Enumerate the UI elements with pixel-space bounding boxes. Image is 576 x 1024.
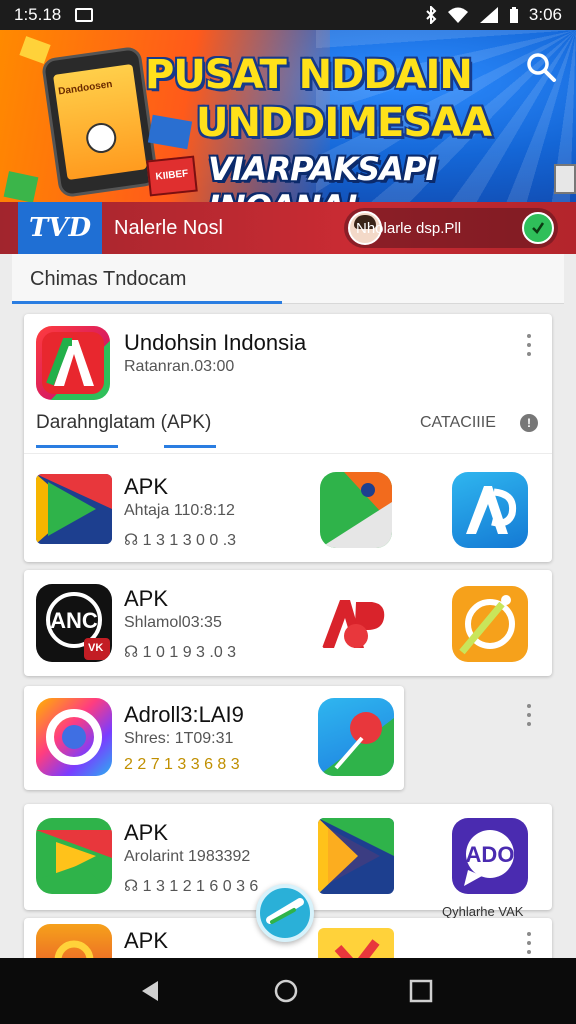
maps-icon — [320, 472, 392, 548]
search-icon — [527, 53, 556, 82]
account-name: Nholarle dsp.Pll — [356, 219, 462, 237]
system-navigation-bar — [0, 958, 576, 1024]
recents-icon[interactable] — [408, 978, 434, 1004]
featured-app-card[interactable]: Undohsin Indonsia Ratanran.03:00 Darahng… — [24, 314, 552, 562]
app-name: APK — [124, 586, 169, 611]
logo-text: TVD — [28, 213, 92, 243]
featured-tabs: Darahnglatam (APK) CATACIIIE ! — [24, 398, 552, 454]
app-name: APK — [124, 928, 169, 953]
svg-text:ANC: ANC — [50, 608, 98, 633]
signal-icon — [479, 7, 498, 23]
app-subtitle: Ahtaja 110:8:12 — [124, 502, 235, 519]
play-store-icon — [36, 474, 112, 544]
app-meta: ☊ 1 3 1 2 1 6 0 3 6 — [124, 878, 259, 895]
home-icon[interactable] — [273, 978, 299, 1004]
floating-action-button[interactable] — [256, 884, 314, 942]
info-icon[interactable]: ! — [520, 414, 538, 432]
more-options-icon[interactable] — [524, 932, 534, 954]
app-header: TVD Nalerle Nosl Nholarle dsp.Pll — [0, 202, 576, 254]
app-card-highlight[interactable]: Adroll3:LAI9 Shres: 1T09:31 2 2 7 1 3 3 … — [24, 686, 404, 790]
featured-app-icon — [36, 326, 110, 400]
tab-download-apk[interactable]: Darahnglatam (APK) — [36, 412, 211, 434]
promo-banner[interactable]: Dandoosen KIIBEF PUSAT NDDAIN UNDDIMESAA… — [0, 30, 576, 202]
wifi-icon — [447, 7, 468, 23]
list-item[interactable]: APK Ahtaja 110:8:12 ☊ 1 3 1 3 0 0 .3 — [24, 456, 552, 562]
banner-title-line3: VIARPAKSAPI INOANA! — [208, 150, 437, 202]
pin-app-icon — [318, 698, 394, 776]
battery-icon — [509, 7, 518, 23]
app-name: Adroll3:LAI9 — [124, 702, 244, 727]
app-card[interactable]: ANC VK APK Shlamol03:35 ☊ 1 0 1 9 3 .0 3 — [24, 570, 552, 676]
status-bar: 1:5.18 3:06 — [0, 0, 576, 30]
app-meta: ☊ 1 3 1 3 0 0 .3 — [124, 532, 237, 549]
section-underline — [12, 301, 282, 304]
app-subtitle: Arolarint 1983392 — [124, 848, 251, 865]
ap-app-icon — [452, 472, 528, 548]
app-subtitle: Shres: 1T09:31 — [124, 730, 234, 747]
status-time: 1:5.18 — [14, 5, 62, 24]
phone-label: Dandoosen — [57, 78, 114, 98]
section-header: Chimas Tndocam — [12, 254, 564, 304]
face-illustration — [84, 121, 119, 155]
back-icon[interactable] — [138, 978, 164, 1004]
chat-app-icon: ADO — [452, 818, 528, 894]
more-options-icon[interactable] — [524, 334, 534, 356]
section-title: Chimas Tndocam — [30, 268, 187, 290]
app-name: APK — [124, 820, 169, 845]
featured-app-name: Undohsin Indonsia — [124, 330, 307, 355]
app-logo[interactable]: TVD — [18, 202, 102, 254]
banner-title-line1: PUSAT NDDAIN — [145, 52, 473, 98]
side-label: Qyhlarhe VAK — [442, 904, 524, 919]
featured-app-subtitle: Ratanran.03:00 — [124, 358, 235, 375]
verified-icon — [522, 212, 554, 244]
bluetooth-icon — [426, 6, 437, 24]
ap-red-icon — [320, 590, 392, 654]
swirl-app-icon — [36, 698, 112, 776]
tab-underline — [164, 445, 216, 448]
pencil-app-icon — [452, 586, 528, 662]
drive-app-icon — [36, 818, 112, 894]
banner-title-line2: UNDDIMESAA — [196, 100, 492, 146]
decor-box — [3, 171, 39, 202]
anc-app-icon: ANC VK — [36, 584, 112, 662]
box-label: KIIBEF — [155, 168, 189, 183]
phone-illustration: Dandoosen — [40, 45, 160, 199]
app-meta: ☊ 1 0 1 9 3 .0 3 — [124, 644, 237, 661]
vk-badge: VK — [88, 642, 104, 654]
notification-icon — [75, 8, 94, 22]
decor-box-red: KIIBEF — [146, 155, 198, 197]
more-options-icon[interactable] — [524, 704, 534, 726]
account-chip[interactable]: Nholarle dsp.Pll — [344, 208, 558, 248]
play-store-icon — [318, 818, 394, 894]
svg-text:ADO: ADO — [466, 842, 515, 867]
app-name: APK — [124, 474, 169, 499]
status-time-right: 3:06 — [528, 5, 562, 24]
app-meta: 2 2 7 1 3 3 6 8 3 — [124, 756, 240, 773]
search-button[interactable] — [518, 44, 564, 90]
header-title: Nalerle Nosl — [114, 217, 223, 239]
tab-underline — [36, 445, 118, 448]
tab-category[interactable]: CATACIIIE — [420, 414, 496, 432]
app-subtitle: Shlamol03:35 — [124, 614, 222, 631]
